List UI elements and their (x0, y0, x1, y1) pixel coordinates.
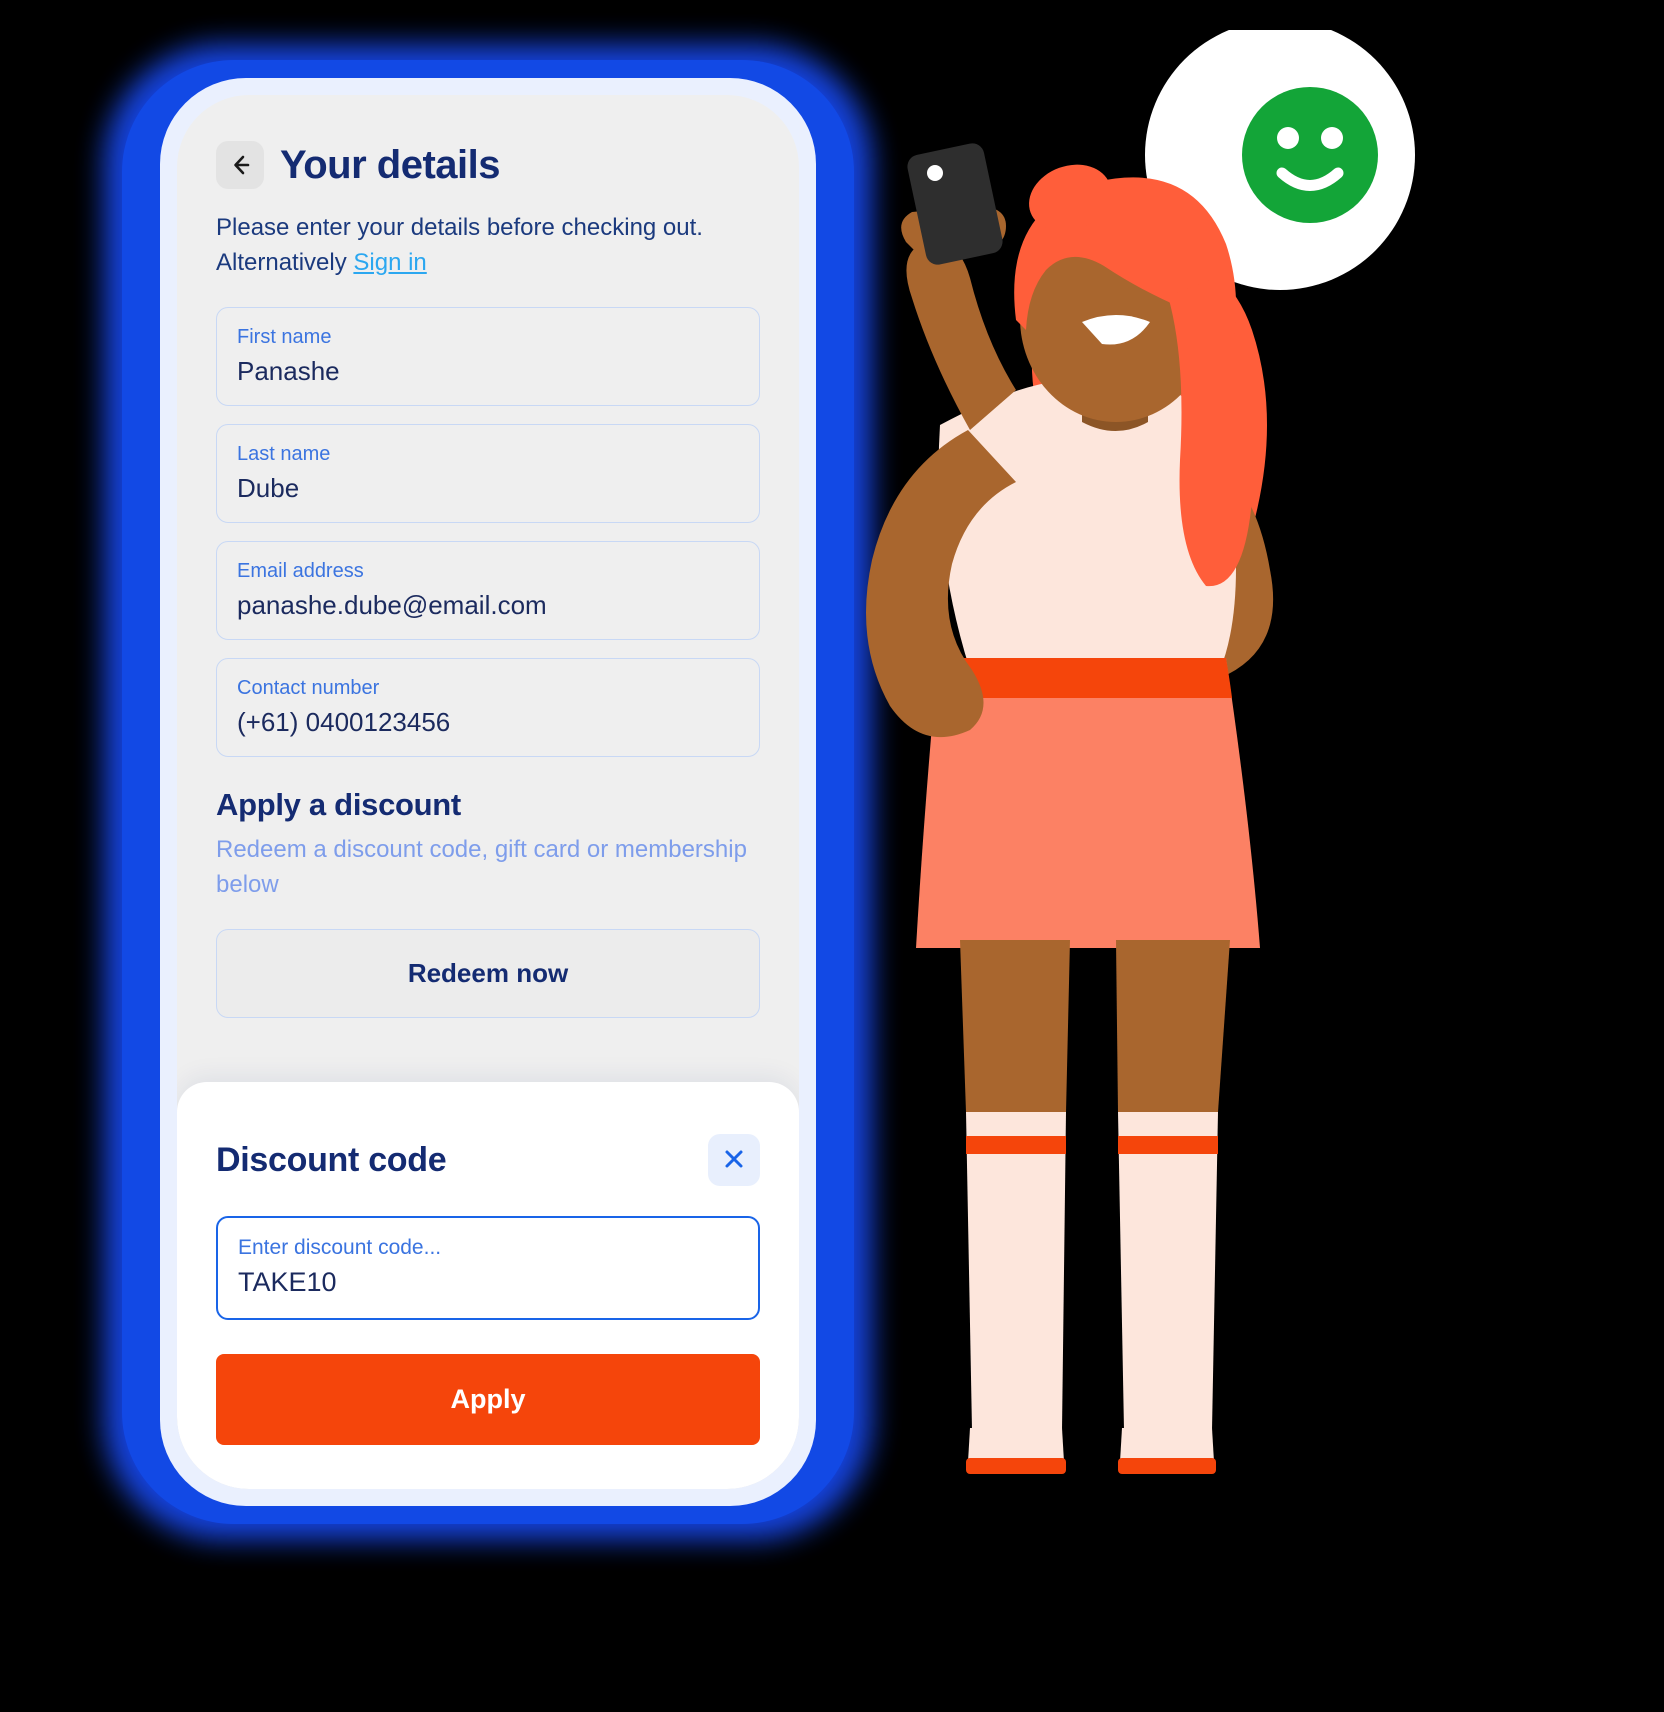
first-name-value: Panashe (237, 355, 340, 386)
email-address-value: panashe.dube@email.com (237, 589, 547, 620)
right-sock (1118, 1112, 1218, 1430)
discount-code-title: Discount code (216, 1140, 447, 1179)
intro-copy: Please enter your details before checkin… (216, 214, 703, 276)
checkout-details-page: Your details Please enter your details b… (177, 95, 799, 1018)
last-name-value: Dube (237, 472, 300, 503)
contact-number-value: (+61) 0400123456 (237, 706, 451, 737)
back-button[interactable] (216, 141, 264, 189)
right-shoe-sole (1118, 1458, 1216, 1474)
left-thigh (960, 940, 1070, 1112)
left-sock-stripe (966, 1136, 1066, 1154)
contact-number-field[interactable]: Contact number (+61) 0400123456 (216, 657, 760, 757)
discount-code-input[interactable]: Enter discount code... TAKE10 (216, 1216, 760, 1320)
apply-discount-heading: Apply a discount (216, 786, 461, 822)
arrow-left-icon (227, 152, 253, 178)
close-sheet-button[interactable] (708, 1134, 760, 1187)
smiley-face-icon (1242, 87, 1378, 223)
discount-code-sheet: Discount code Enter discount code... TAK… (177, 1082, 799, 1489)
discount-code-placeholder: Enter discount code... (238, 1236, 442, 1260)
left-forearm (906, 241, 1016, 430)
character-illustration (820, 30, 1460, 1550)
screenshot-stage: Your details Please enter your details b… (0, 0, 1664, 1712)
contact-number-label: Contact number (237, 676, 380, 699)
phone-screen: Your details Please enter your details b… (177, 95, 799, 1489)
right-sock-stripe (1118, 1136, 1218, 1154)
redeem-now-button[interactable]: Redeem now (216, 928, 760, 1018)
page-header: Your details (216, 141, 760, 189)
apply-button[interactable]: Apply (216, 1354, 760, 1445)
sheet-header: Discount code (216, 1134, 760, 1187)
sign-in-link[interactable]: Sign in (353, 249, 426, 276)
intro-text: Please enter your details before checkin… (216, 211, 760, 281)
right-shoe (1120, 1428, 1214, 1462)
left-shoe (968, 1428, 1064, 1462)
apply-discount-subtitle: Redeem a discount code, gift card or mem… (216, 835, 747, 898)
close-icon (722, 1147, 746, 1174)
first-name-field[interactable]: First name Panashe (216, 306, 760, 406)
last-name-field[interactable]: Last name Dube (216, 423, 760, 523)
right-thigh (1116, 940, 1230, 1112)
email-address-field[interactable]: Email address panashe.dube@email.com (216, 540, 760, 640)
discount-code-value: TAKE10 (238, 1266, 337, 1297)
email-address-label: Email address (237, 559, 364, 582)
page-title: Your details (280, 143, 500, 187)
left-sock (966, 1112, 1066, 1430)
left-shoe-sole (966, 1458, 1066, 1474)
first-name-label: First name (237, 325, 332, 348)
last-name-label: Last name (237, 442, 331, 465)
